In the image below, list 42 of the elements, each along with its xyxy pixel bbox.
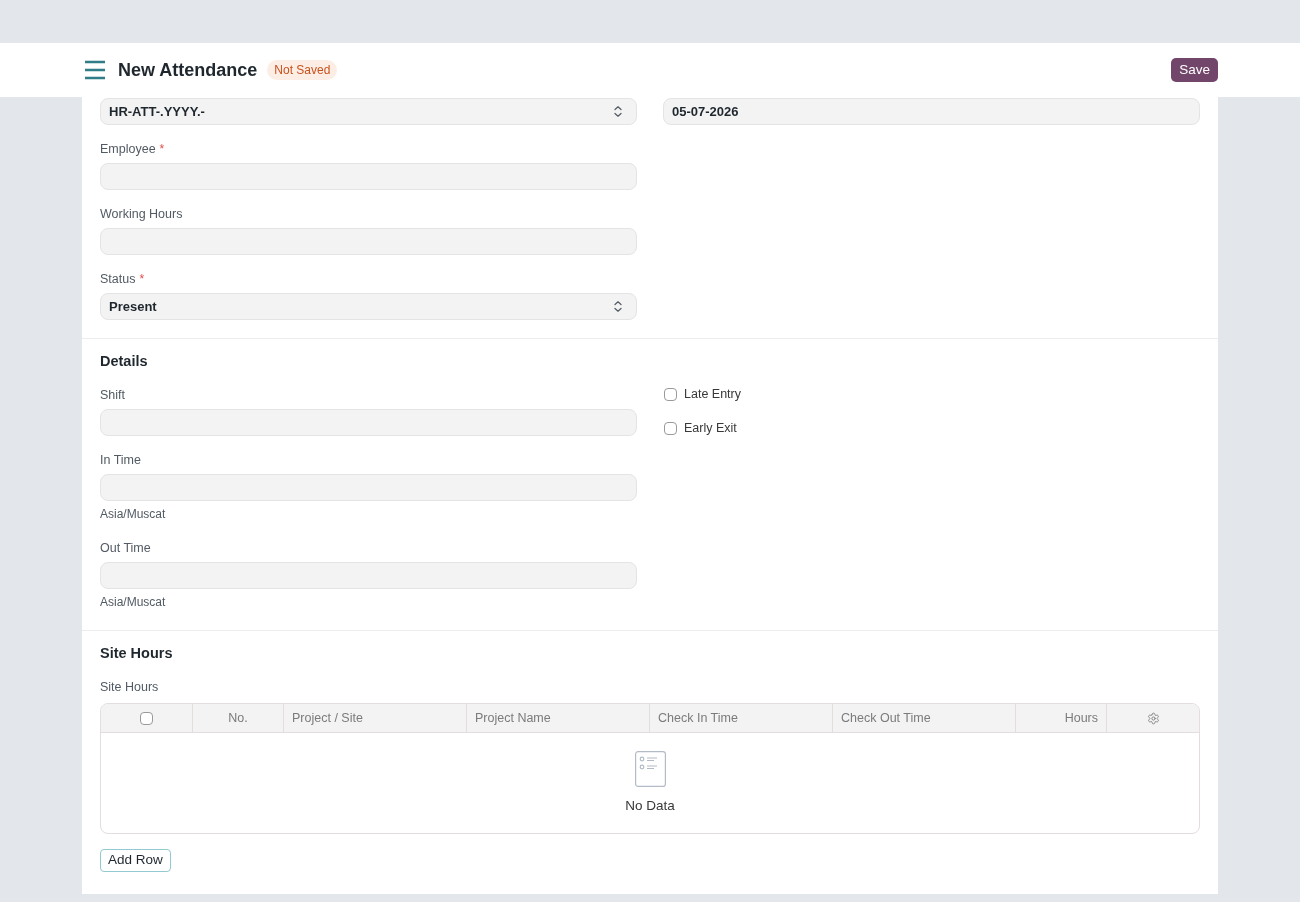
section-heading: Site Hours — [100, 644, 174, 662]
select-field[interactable]: Present — [100, 293, 637, 320]
column-header: Project Name — [467, 704, 650, 732]
empty-state-text: No Data — [625, 797, 675, 815]
column-header: Hours — [1016, 704, 1107, 732]
input-field[interactable]: 05-07-2026 — [663, 98, 1200, 125]
field-description: Asia/Muscat — [100, 506, 167, 523]
column-header: No. — [193, 704, 284, 732]
empty-list-icon — [634, 751, 666, 787]
field-label: Working Hours — [100, 207, 183, 221]
status-badge: Not Saved — [267, 60, 338, 80]
field-label: Status — [100, 272, 136, 286]
column-header: Check In Time — [650, 704, 833, 732]
required-mark: * — [139, 272, 145, 286]
input-field[interactable] — [100, 474, 637, 501]
checkbox-label: Late Entry — [684, 386, 741, 402]
input-field[interactable] — [100, 562, 637, 589]
input-field[interactable] — [100, 409, 637, 436]
page-title: New Attendance — [118, 58, 258, 82]
input-field[interactable] — [100, 228, 637, 255]
settings-icon[interactable] — [1146, 711, 1160, 725]
field-label: In Time — [100, 453, 141, 467]
menu-icon[interactable] — [85, 60, 105, 80]
table-label: Site Hours — [100, 680, 160, 694]
section-heading: Details — [100, 352, 149, 370]
add-row-button[interactable]: Add Row — [100, 848, 171, 872]
input-field[interactable] — [100, 163, 637, 190]
checkbox-label: Early Exit — [684, 420, 737, 436]
chevron-updown-icon — [614, 106, 622, 117]
save-button[interactable]: Save — [1171, 58, 1218, 82]
column-header: Check Out Time — [833, 704, 1016, 732]
checkbox[interactable] — [664, 421, 677, 435]
chevron-updown-icon — [614, 301, 622, 312]
checkbox[interactable] — [664, 387, 677, 401]
checkbox[interactable] — [140, 711, 153, 725]
field-description: Asia/Muscat — [100, 594, 167, 611]
field-label: Shift — [100, 388, 125, 402]
field-label: Out Time — [100, 541, 151, 555]
field-label: Employee — [100, 142, 156, 156]
select-field[interactable]: HR-ATT-.YYYY.- — [100, 98, 637, 125]
column-header: Project / Site — [284, 704, 467, 732]
required-mark: * — [159, 142, 165, 156]
